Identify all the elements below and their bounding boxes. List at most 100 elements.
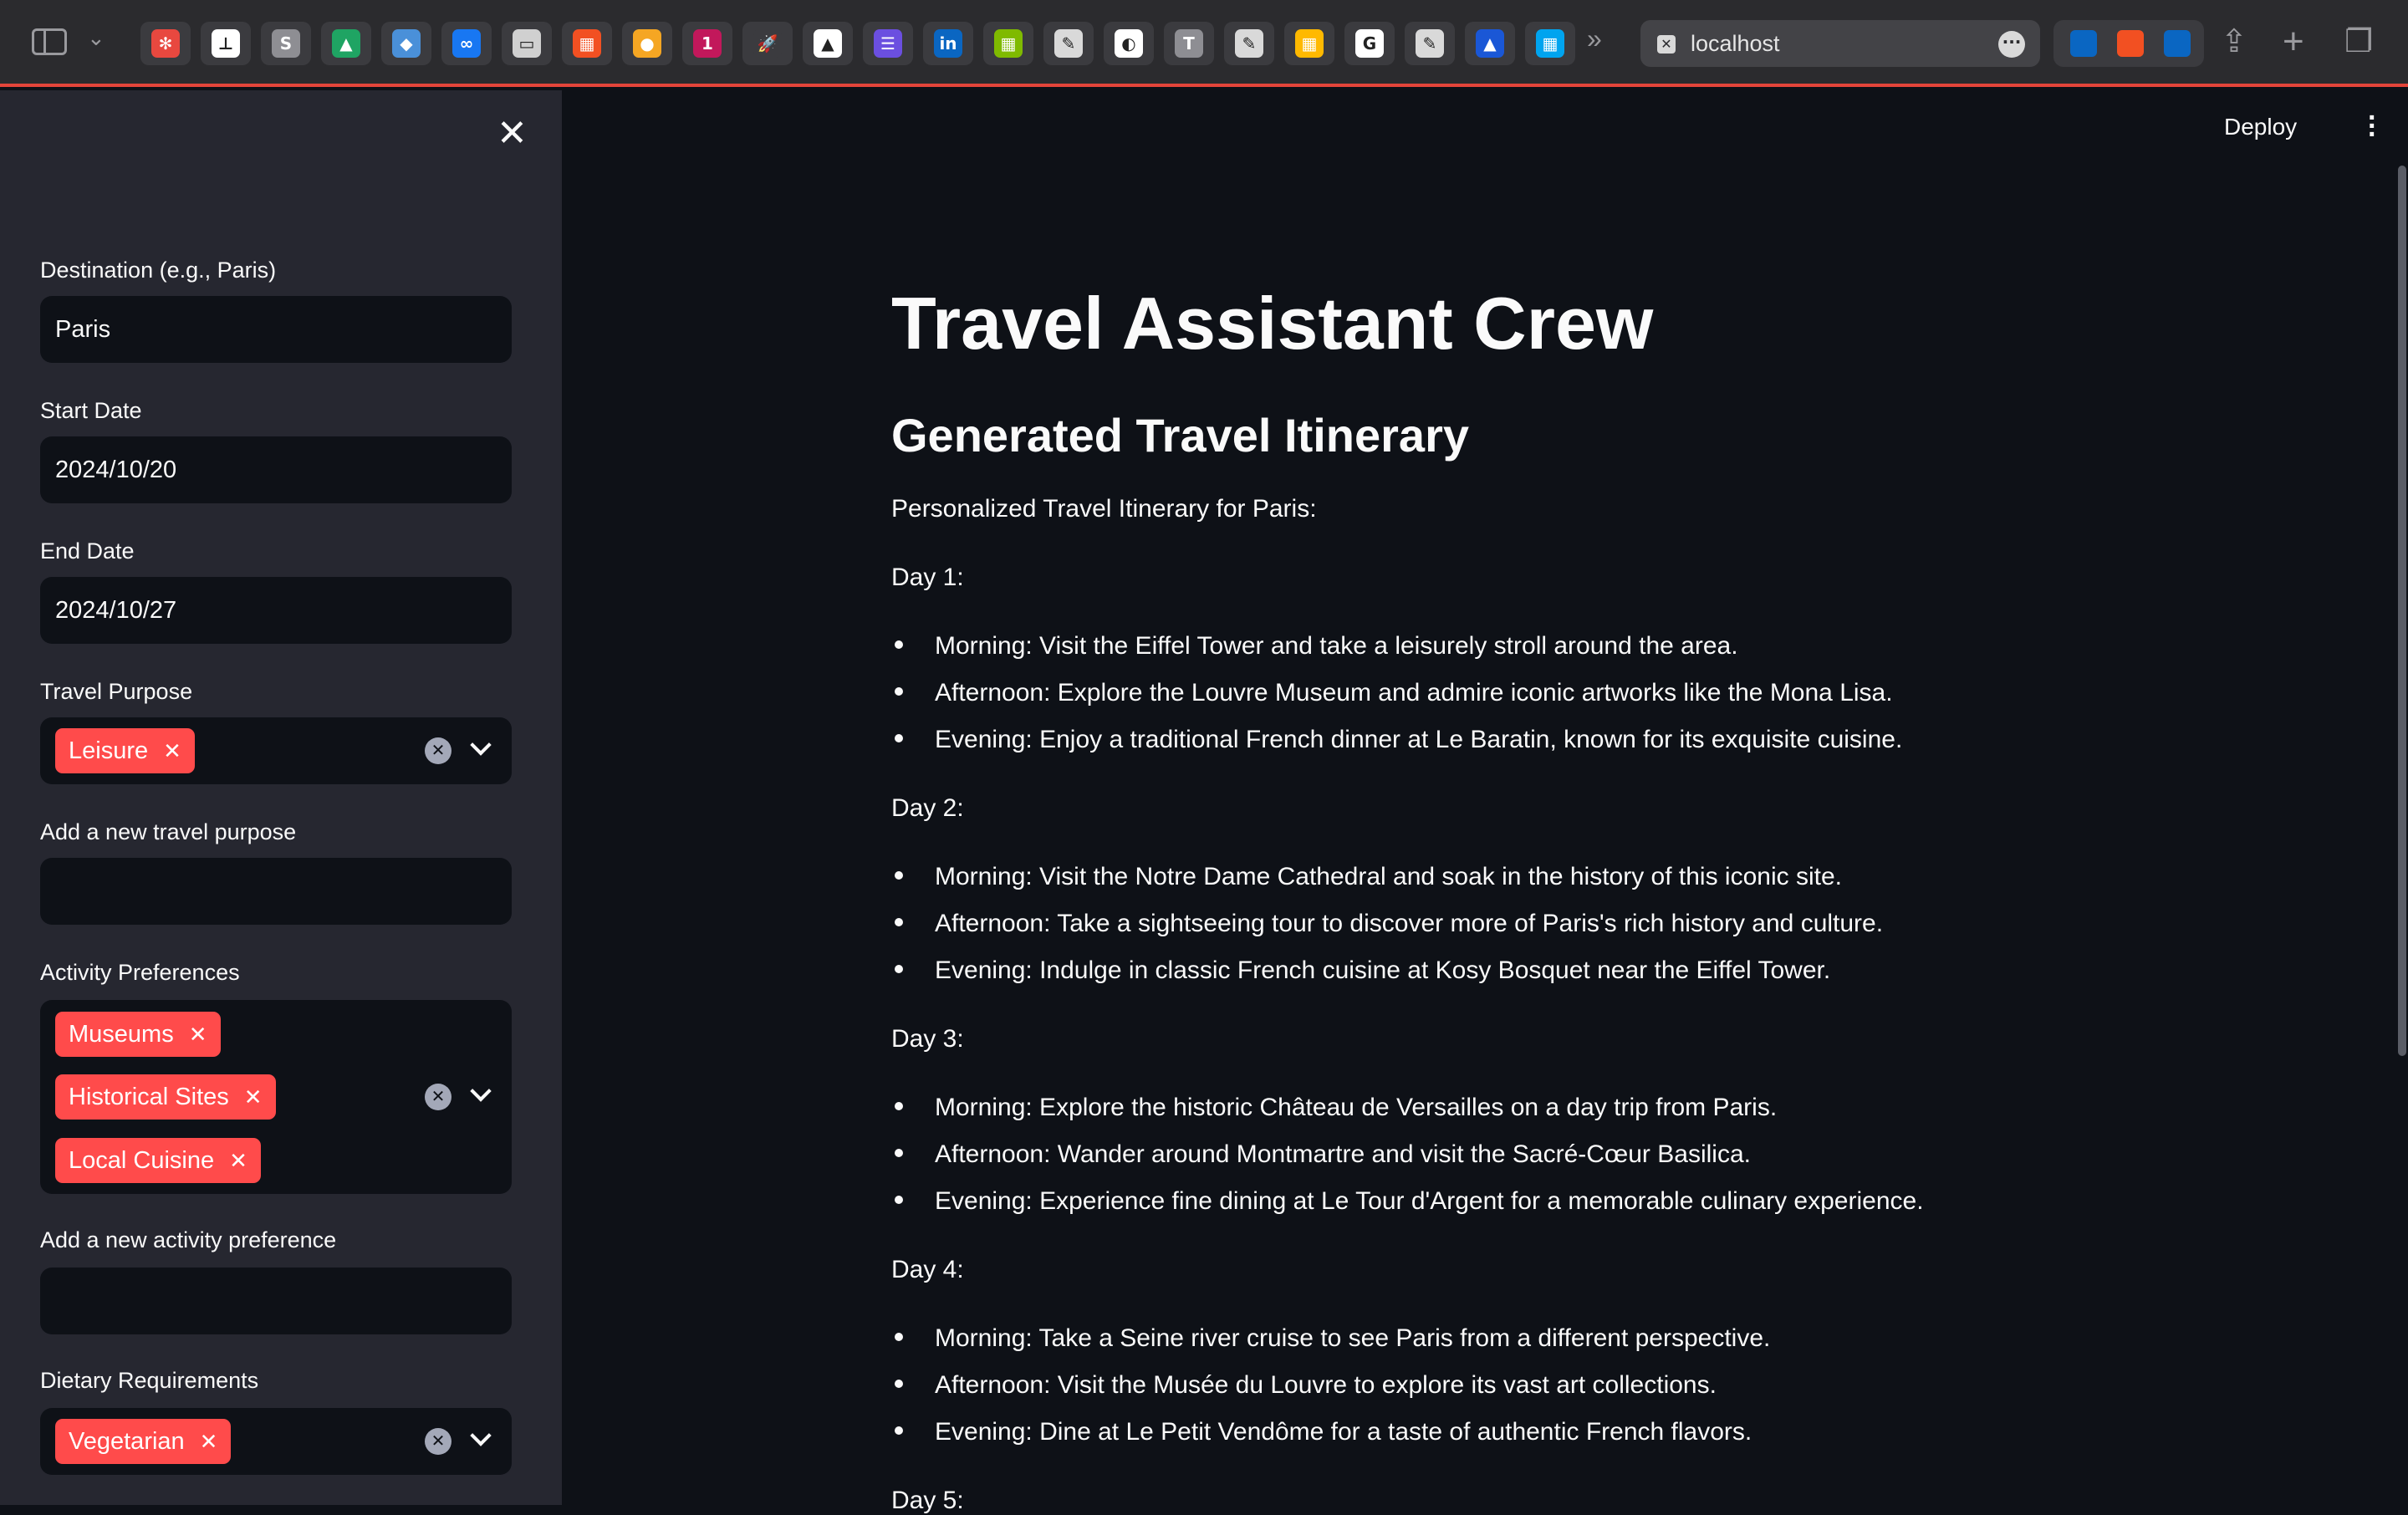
bookmark-app-icon[interactable]: ▲ <box>1465 22 1515 65</box>
browser-toolbar: ⌄ ✻ ⊥ S ▲ ◆ ∞ ▭ ▦ ● 1 🚀 ▲ ☰ in ▦ ✎ ◐ T ✎ ▦ G ✎ ▲ ▦ » ✕ localhos… <box>0 0 2408 87</box>
bookmark-glyph: ▦ <box>1295 29 1324 58</box>
start-date-input[interactable]: 2024/10/20 <box>40 436 512 503</box>
itinerary-item: Evening: Enjoy a traditional French dinn… <box>895 726 1902 754</box>
tab-linkedin-icon[interactable] <box>2164 30 2191 57</box>
sidebar: ✕ Destination (e.g., Paris) Paris Start … <box>0 90 562 1505</box>
clear-selection-icon[interactable]: ✕ <box>425 737 452 764</box>
tab-overview-icon[interactable]: ❐ <box>2344 25 2373 59</box>
bullet-icon <box>895 871 903 880</box>
chevron-down-icon[interactable] <box>470 1425 492 1446</box>
travel-purpose-select[interactable]: Leisure ✕ ✕ <box>40 717 512 784</box>
bookmark-drive-icon[interactable]: ▲ <box>321 22 371 65</box>
itinerary-item-text: Morning: Explore the historic Château de… <box>935 1094 1778 1121</box>
bookmark-microsoft-icon[interactable]: ▦ <box>1284 22 1334 65</box>
bookmarks-overflow-icon[interactable]: » <box>1587 23 1602 54</box>
remove-chip-icon[interactable]: ✕ <box>244 1084 263 1109</box>
page-menu-icon[interactable]: ··· <box>1998 31 2025 58</box>
bookmark-microsoft-icon[interactable]: ▦ <box>1525 22 1575 65</box>
chevron-down-icon[interactable] <box>470 734 492 756</box>
itinerary-item-text: Afternoon: Take a sightseeing tour to di… <box>935 910 1884 937</box>
bookmark-app-icon[interactable]: ▲ <box>803 22 853 65</box>
bookmark-glyph: ✎ <box>1054 29 1083 58</box>
bookmark-app-icon[interactable]: ● <box>622 22 672 65</box>
scrollbar[interactable] <box>2398 166 2406 1056</box>
itinerary-item-text: Evening: Dine at Le Petit Vendôme for a … <box>935 1418 1752 1446</box>
activity-preferences-select[interactable]: Museums ✕ Historical Sites ✕ Local Cuisine… <box>40 1000 512 1194</box>
bookmark-t-icon[interactable]: T <box>1164 22 1214 65</box>
bookmark-edit-icon[interactable]: ✎ <box>1405 22 1455 65</box>
new-purpose-input[interactable] <box>40 858 512 925</box>
bookmark-edit-icon[interactable]: ✎ <box>1043 22 1094 65</box>
bookmark-glyph: ∞ <box>452 29 481 58</box>
main-menu-icon[interactable]: · · · <box>2368 104 2378 149</box>
bullet-icon <box>895 1149 903 1158</box>
bookmark-glyph: G <box>1355 29 1384 58</box>
bookmark-list-icon[interactable]: ☰ <box>863 22 913 65</box>
chip-label: Museums <box>69 1021 174 1048</box>
start-date-label: Start Date <box>40 398 142 423</box>
new-activity-label: Add a new activity preference <box>40 1227 337 1252</box>
bookmark-s-icon[interactable]: S <box>261 22 311 65</box>
chevron-down-icon[interactable] <box>470 1080 492 1102</box>
address-bar[interactable]: ✕ localhost ··· <box>1640 20 2040 67</box>
destination-input[interactable]: Paris <box>40 296 512 363</box>
bookmark-glyph: ▦ <box>573 29 601 58</box>
itinerary-subheader: Generated Travel Itinerary <box>891 409 1470 462</box>
remove-chip-icon[interactable]: ✕ <box>200 1429 218 1454</box>
bookmark-glyph: ▭ <box>513 29 541 58</box>
bookmark-glyph: ✎ <box>1235 29 1263 58</box>
page-title: Travel Assistant Crew <box>891 282 1654 365</box>
bookmark-glyph: S <box>272 29 300 58</box>
bookmark-app-icon[interactable]: ✻ <box>140 22 191 65</box>
sidebar-toggle-icon[interactable] <box>32 28 67 55</box>
dietary-label: Dietary Requirements <box>40 1368 259 1393</box>
itinerary-item: Morning: Visit the Eiffel Tower and take… <box>895 632 1738 661</box>
itinerary-item: Morning: Visit the Notre Dame Cathedral … <box>895 863 1842 891</box>
clear-selection-icon[interactable]: ✕ <box>425 1428 452 1455</box>
bookmark-glyph: ◆ <box>392 29 421 58</box>
day-heading: Day 3: <box>891 1025 964 1053</box>
site-favicon-icon: ✕ <box>1657 35 1676 54</box>
bookmark-app-icon[interactable]: ⊥ <box>201 22 251 65</box>
chip-local-cuisine: Local Cuisine ✕ <box>55 1138 261 1183</box>
clear-selection-icon[interactable]: ✕ <box>425 1084 452 1110</box>
remove-chip-icon[interactable]: ✕ <box>189 1022 207 1047</box>
itinerary-item-text: Morning: Visit the Eiffel Tower and take… <box>935 632 1738 660</box>
end-date-input[interactable]: 2024/10/27 <box>40 577 512 644</box>
itinerary-item: Evening: Experience fine dining at Le To… <box>895 1187 1924 1216</box>
new-activity-input[interactable] <box>40 1268 512 1334</box>
remove-chip-icon[interactable]: ✕ <box>163 738 181 763</box>
bookmark-google-icon[interactable]: G <box>1344 22 1395 65</box>
tab-linkedin-icon[interactable] <box>2070 30 2097 57</box>
bookmark-microsoft-icon[interactable]: ▦ <box>562 22 612 65</box>
bookmark-app-icon[interactable]: ◐ <box>1104 22 1154 65</box>
bookmark-edit-icon[interactable]: ✎ <box>1224 22 1274 65</box>
bookmark-linkedin-icon[interactable]: in <box>923 22 973 65</box>
deploy-button[interactable]: Deploy <box>2224 114 2297 140</box>
bookmark-rocket-icon[interactable]: 🚀 <box>742 22 793 65</box>
chip-label: Vegetarian <box>69 1428 185 1455</box>
bookmark-app-icon[interactable]: ▭ <box>502 22 552 65</box>
day-heading: Day 2: <box>891 794 964 822</box>
bookmark-microsoft-icon[interactable]: ▦ <box>983 22 1033 65</box>
bookmark-meta-icon[interactable]: ∞ <box>441 22 492 65</box>
dietary-select[interactable]: Vegetarian ✕ ✕ <box>40 1408 512 1475</box>
chip-historical-sites: Historical Sites ✕ <box>55 1074 276 1120</box>
bookmark-glyph: T <box>1175 29 1203 58</box>
bookmark-glyph: ✻ <box>151 29 180 58</box>
bookmark-app-icon[interactable]: 1 <box>682 22 732 65</box>
itinerary-item: Afternoon: Visit the Musée du Louvre to … <box>895 1371 1717 1400</box>
itinerary-item: Afternoon: Explore the Louvre Museum and… <box>895 679 1893 707</box>
chevron-down-icon[interactable]: ⌄ <box>87 25 105 51</box>
close-sidebar-icon[interactable]: ✕ <box>497 115 528 152</box>
remove-chip-icon[interactable]: ✕ <box>229 1148 247 1173</box>
itinerary-item-text: Morning: Visit the Notre Dame Cathedral … <box>935 863 1842 890</box>
bullet-icon <box>895 1333 903 1342</box>
share-icon[interactable]: ⇪ <box>2221 25 2247 59</box>
address-url: localhost <box>1691 31 1780 56</box>
tab-microsoft-icon[interactable] <box>2117 30 2144 57</box>
destination-label: Destination (e.g., Paris) <box>40 258 277 283</box>
new-tab-icon[interactable]: + <box>2283 23 2304 60</box>
new-purpose-label: Add a new travel purpose <box>40 819 297 844</box>
bookmark-app-icon[interactable]: ◆ <box>381 22 431 65</box>
